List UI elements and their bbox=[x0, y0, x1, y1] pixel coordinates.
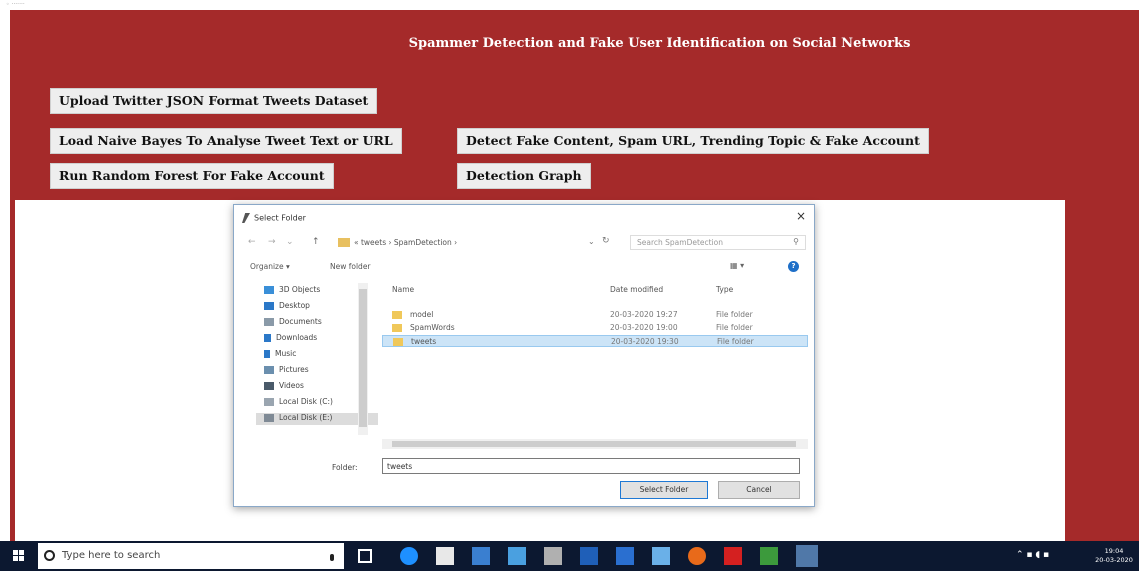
folder-icon bbox=[338, 238, 350, 247]
paint-icon[interactable] bbox=[652, 547, 670, 565]
select-folder-button[interactable]: Select Folder bbox=[620, 481, 708, 499]
desktop-icon bbox=[264, 302, 274, 310]
drive-icon bbox=[264, 398, 274, 406]
view-options-icon[interactable]: ▦ ▾ bbox=[730, 261, 744, 270]
videos-icon bbox=[264, 382, 274, 390]
acrobat-icon[interactable] bbox=[724, 547, 742, 565]
column-header-name[interactable]: Name bbox=[392, 285, 414, 294]
clock[interactable]: 19:04 20-03-2020 bbox=[1094, 547, 1134, 565]
microphone-icon[interactable] bbox=[330, 554, 334, 561]
nav-item-downloads[interactable]: Downloads bbox=[264, 333, 317, 345]
download-icon bbox=[264, 334, 271, 342]
scrollbar-thumb[interactable] bbox=[392, 441, 796, 447]
search-input[interactable]: Search SpamDetection ⚲ bbox=[630, 235, 806, 250]
pictures-icon bbox=[264, 366, 274, 374]
file-row[interactable]: model 20-03-2020 19:27 File folder bbox=[382, 309, 808, 321]
tray-icons[interactable]: ⌃ ▪ ◖ ▪ bbox=[1016, 550, 1049, 560]
back-arrow-icon[interactable]: ← bbox=[248, 237, 256, 247]
folder-icon bbox=[393, 338, 403, 346]
nav-item-desktop[interactable]: Desktop bbox=[264, 301, 310, 313]
select-folder-dialog: Select Folder × ← → ⌄ ↑ « tweets › SpamD… bbox=[233, 204, 815, 507]
terminal-icon[interactable] bbox=[544, 547, 562, 565]
folder-icon bbox=[392, 311, 402, 319]
nav-item-videos[interactable]: Videos bbox=[264, 381, 304, 393]
recent-dropdown-icon[interactable]: ⌄ bbox=[286, 237, 294, 247]
store-icon[interactable] bbox=[436, 547, 454, 565]
column-header-date[interactable]: Date modified bbox=[610, 285, 663, 294]
detection-graph-button[interactable]: Detection Graph bbox=[457, 163, 591, 189]
file-row-selected[interactable]: tweets 20-03-2020 19:30 File folder bbox=[382, 335, 808, 347]
organize-menu[interactable]: Organize ▾ bbox=[250, 262, 290, 271]
search-icon: ⚲ bbox=[793, 237, 799, 246]
python-icon[interactable] bbox=[760, 547, 778, 565]
address-dropdown-icon[interactable]: ⌄ bbox=[588, 237, 595, 246]
breadcrumb[interactable]: « tweets › SpamDetection › bbox=[354, 238, 457, 247]
close-icon[interactable]: × bbox=[796, 209, 806, 223]
nav-item-pictures[interactable]: Pictures bbox=[264, 365, 309, 377]
random-forest-button[interactable]: Run Random Forest For Fake Account bbox=[50, 163, 334, 189]
page-title: Spammer Detection and Fake User Identifi… bbox=[408, 36, 911, 51]
nav-item-3d-objects[interactable]: 3D Objects bbox=[264, 285, 320, 297]
folder-label: Folder: bbox=[332, 463, 358, 472]
people-icon[interactable] bbox=[472, 547, 490, 565]
column-header-type[interactable]: Type bbox=[716, 285, 733, 294]
cancel-button[interactable]: Cancel bbox=[718, 481, 800, 499]
dialog-toolbar: Organize ▾ New folder ▦ ▾ ? bbox=[242, 261, 808, 275]
mail-icon[interactable] bbox=[616, 547, 634, 565]
firefox-icon[interactable] bbox=[688, 547, 706, 565]
music-icon bbox=[264, 350, 270, 358]
forward-arrow-icon[interactable]: → bbox=[268, 237, 276, 247]
feather-icon bbox=[242, 213, 250, 223]
documents-icon bbox=[264, 318, 274, 326]
nav-item-local-disk-c[interactable]: Local Disk (C:) bbox=[264, 397, 333, 409]
dialog-title: Select Folder bbox=[242, 213, 306, 223]
nav-item-documents[interactable]: Documents bbox=[264, 317, 322, 329]
cortana-icon bbox=[44, 550, 55, 561]
3d-objects-icon bbox=[264, 286, 274, 294]
word-icon[interactable] bbox=[580, 547, 598, 565]
file-list: Name Date modified Type model 20-03-2020… bbox=[382, 283, 808, 443]
upload-dataset-button[interactable]: Upload Twitter JSON Format Tweets Datase… bbox=[50, 88, 378, 114]
taskbar-search-input[interactable]: Type here to search bbox=[38, 543, 344, 569]
address-bar-row: ← → ⌄ ↑ « tweets › SpamDetection › ⌄ ↻ S… bbox=[242, 235, 808, 251]
app-icon[interactable] bbox=[508, 547, 526, 565]
detect-fake-content-button[interactable]: Detect Fake Content, Spam URL, Trending … bbox=[457, 128, 929, 154]
taskbar: Type here to search ⌃ ▪ ◖ ▪ 19:04 20-03-… bbox=[0, 541, 1139, 571]
windows-start-icon[interactable] bbox=[13, 550, 24, 561]
new-folder-button[interactable]: New folder bbox=[330, 262, 371, 271]
nav-scrollbar[interactable] bbox=[358, 283, 368, 435]
folder-input[interactable]: tweets bbox=[382, 458, 800, 474]
task-view-icon[interactable] bbox=[358, 549, 372, 563]
up-arrow-icon[interactable]: ↑ bbox=[312, 237, 320, 247]
refresh-icon[interactable]: ↻ bbox=[602, 236, 610, 246]
active-window-icon[interactable] bbox=[796, 545, 818, 567]
top-strip: ◦ ······· bbox=[0, 0, 1139, 10]
help-icon[interactable]: ? bbox=[788, 261, 799, 272]
scrollbar-thumb[interactable] bbox=[359, 289, 367, 427]
file-list-scrollbar[interactable] bbox=[382, 439, 808, 449]
nav-item-music[interactable]: Music bbox=[264, 349, 296, 361]
window-caption: ◦ ······· bbox=[6, 1, 25, 8]
file-row[interactable]: SpamWords 20-03-2020 19:00 File folder bbox=[382, 322, 808, 334]
drive-icon bbox=[264, 414, 274, 422]
edge-browser-icon[interactable] bbox=[400, 547, 418, 565]
naive-bayes-button[interactable]: Load Naive Bayes To Analyse Tweet Text o… bbox=[50, 128, 402, 154]
folder-icon bbox=[392, 324, 402, 332]
